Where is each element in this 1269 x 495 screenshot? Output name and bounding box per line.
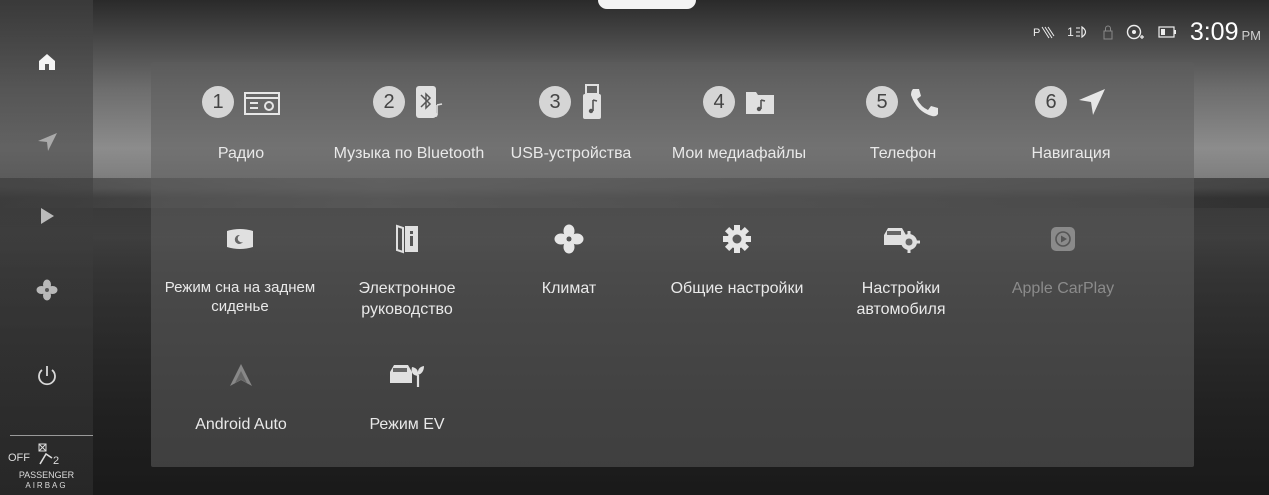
app-label: Электронное руководство — [358, 280, 456, 318]
app-number-badge: 3 — [539, 86, 571, 118]
play-icon — [39, 207, 55, 225]
clock: 3:09 PM — [1190, 18, 1261, 47]
android-auto-icon — [228, 362, 254, 388]
app-label: Навигация — [1031, 145, 1111, 162]
media-folder-icon — [745, 89, 775, 115]
clock-ampm: PM — [1241, 27, 1262, 43]
lock-icon — [1102, 24, 1114, 40]
app-general-settings[interactable]: Общие настройки — [657, 216, 817, 299]
app-android-auto[interactable]: Android Auto — [161, 352, 321, 435]
phone-icon — [908, 86, 940, 118]
app-menu-panel: 1 Радио 2 Музыка по Bluetooth 3 USB-устр… — [151, 62, 1194, 467]
passenger-airbag-indicator: OFF 2 PASSENGER AIRBAG — [0, 440, 93, 495]
fan-icon — [36, 279, 58, 301]
driver-assist-icon — [1126, 23, 1146, 41]
usb-music-icon — [581, 84, 603, 120]
app-number-badge: 6 — [1035, 86, 1067, 118]
airbag-label-line2: AIRBAG — [25, 481, 68, 490]
home-icon — [37, 52, 57, 72]
app-apple-carplay[interactable]: Apple CarPlay — [983, 216, 1143, 299]
app-navigation[interactable]: 6 Навигация — [991, 79, 1151, 164]
app-e-manual[interactable]: Электронное руководство — [327, 216, 487, 320]
app-number-badge: 4 — [703, 86, 735, 118]
app-label: Режим EV — [369, 416, 445, 433]
app-label: USB-устройства — [510, 145, 632, 162]
app-climate[interactable]: Климат — [489, 216, 649, 299]
status-bar: P 1 3:09 PM — [1033, 18, 1261, 46]
app-label: Режим сна на заднем сиденье — [164, 279, 316, 315]
headlight-icon — [1075, 25, 1086, 39]
media-button[interactable] — [0, 186, 93, 246]
navigation-arrow-icon — [36, 131, 58, 153]
sidebar-divider — [10, 435, 93, 436]
top-pull-handle[interactable] — [598, 0, 696, 9]
apple-carplay-icon — [1050, 226, 1076, 252]
climate-fan-icon — [554, 224, 584, 254]
e-manual-icon — [395, 224, 419, 254]
app-number-badge: 2 — [373, 86, 405, 118]
navigation-button[interactable] — [0, 112, 93, 172]
app-usb[interactable]: 3 USB-устройства — [491, 79, 651, 164]
airbag-seat-number: 2 — [53, 455, 59, 466]
voice-recognition-icon: P — [1033, 24, 1055, 40]
power-button[interactable] — [0, 346, 93, 406]
app-ev-mode[interactable]: Режим EV — [327, 352, 487, 435]
bluetooth-music-icon — [415, 85, 445, 119]
climate-button[interactable] — [0, 260, 93, 320]
app-radio[interactable]: 1 Радио — [161, 79, 321, 164]
rear-sleep-mode-icon — [225, 227, 255, 251]
app-phone[interactable]: 5 Телефон — [823, 79, 983, 164]
svg-text:P: P — [1033, 27, 1040, 39]
airbag-seat-icon: 2 — [36, 442, 62, 471]
app-label: Android Auto — [195, 416, 287, 433]
app-number-badge: 1 — [202, 86, 234, 118]
power-icon — [35, 364, 59, 388]
airbag-off-label: OFF — [8, 452, 30, 464]
app-label: Телефон — [869, 145, 937, 162]
app-my-media[interactable]: 4 Мои медиафайлы — [659, 79, 819, 164]
app-label: Apple CarPlay — [1011, 280, 1115, 297]
battery-icon — [1158, 26, 1178, 38]
airbag-label-line1: PASSENGER — [18, 470, 75, 480]
vehicle-settings-icon — [882, 225, 920, 253]
sidebar: OFF 2 PASSENGER AIRBAG — [0, 0, 93, 495]
settings-gear-icon — [722, 224, 752, 254]
home-button[interactable] — [0, 32, 93, 92]
app-label: Климат — [541, 280, 597, 297]
app-label: Музыка по Bluetooth — [333, 145, 485, 162]
clock-time: 3:09 — [1189, 17, 1239, 46]
app-vehicle-settings[interactable]: Настройки автомобиля — [821, 216, 981, 320]
app-label: Общие настройки — [670, 280, 804, 297]
app-number-badge: 5 — [866, 86, 898, 118]
app-label: Мои медиафайлы — [671, 145, 807, 162]
app-label: Радио — [217, 145, 265, 162]
app-rear-sleep-mode[interactable]: Режим сна на заднем сиденье — [160, 216, 320, 316]
navigation-icon — [1077, 87, 1107, 117]
app-label: Настройки автомобиля — [856, 280, 946, 318]
indicator-number: 1 — [1067, 25, 1074, 39]
indicator-1: 1 — [1067, 25, 1090, 39]
radio-icon — [244, 89, 280, 115]
app-bluetooth-music[interactable]: 2 Музыка по Bluetooth — [329, 79, 489, 164]
ev-mode-icon — [388, 361, 426, 389]
